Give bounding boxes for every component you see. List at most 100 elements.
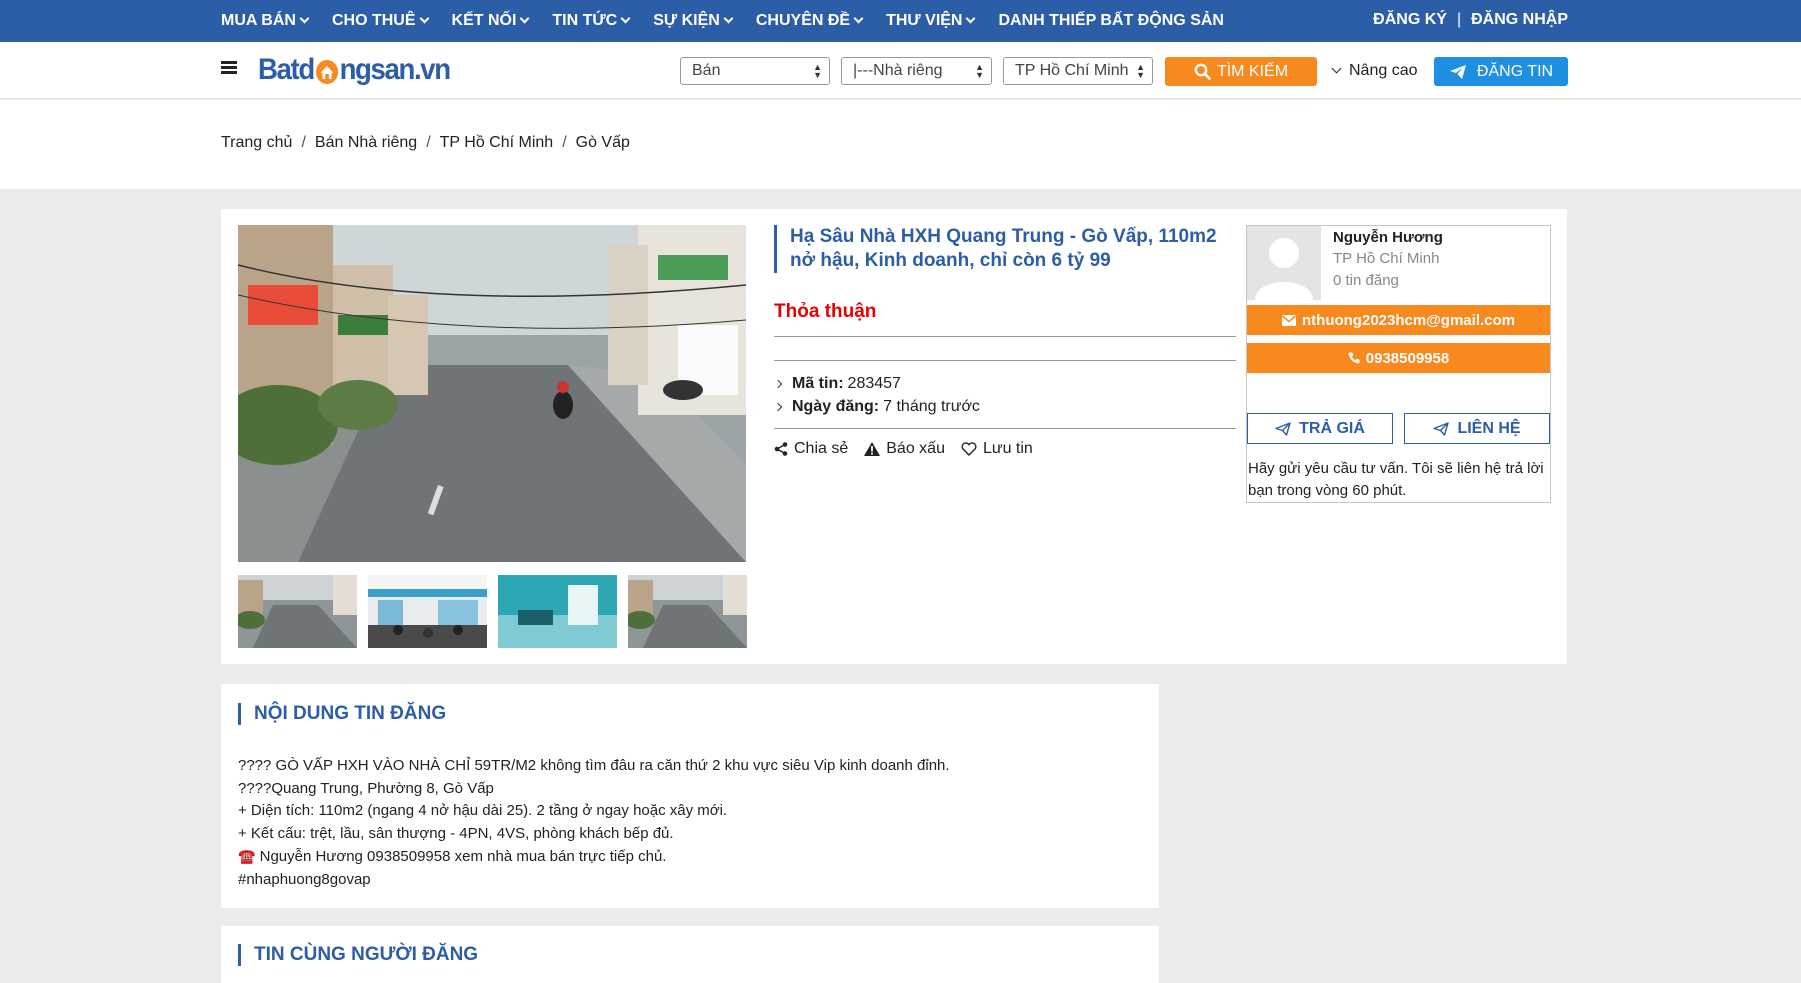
make-offer-label: TRẢ GIÁ	[1299, 419, 1365, 437]
chevron-down-icon	[299, 13, 310, 24]
select-arrows-icon: ▲ ▼	[975, 62, 984, 80]
contact-label: LIÊN HỆ	[1457, 419, 1521, 437]
post-listing-button[interactable]: ĐĂNG TIN	[1434, 57, 1568, 86]
agent-name[interactable]: Nguyễn Hương	[1333, 229, 1443, 246]
menu-danh-thiep[interactable]: DANH THIẾP BẤT ĐỘNG SẢN	[998, 12, 1224, 30]
telephone-icon: ☎️	[238, 848, 256, 864]
thumbnail-4[interactable]	[628, 575, 747, 648]
select-arrows-icon: ▲ ▼	[813, 62, 822, 80]
breadcrumb-separator: /	[562, 134, 567, 151]
same-poster-listings: TIN CÙNG NGƯỜI ĐĂNG	[221, 926, 1159, 983]
select-value: TP Hồ Chí Minh	[1015, 62, 1129, 79]
chevron-down-icon	[519, 13, 530, 24]
search-button-label: TÌM KIẾM	[1216, 62, 1289, 80]
paper-plane-icon	[1275, 421, 1291, 436]
listing-date-value: 7 tháng trước	[883, 398, 980, 415]
divider	[774, 336, 1236, 337]
paper-plane-icon	[1433, 421, 1450, 436]
warning-icon	[864, 442, 881, 456]
menu-thu-vien[interactable]: THƯ VIỆN	[886, 12, 976, 30]
agent-city: TP Hồ Chí Minh	[1333, 250, 1440, 267]
agent-phone-button[interactable]: 0938509958	[1247, 343, 1550, 373]
menu-ket-noi[interactable]: KẾT NỐI	[451, 12, 530, 30]
agent-email: nthuong2023hcm@gmail.com	[1302, 311, 1515, 329]
register-link[interactable]: ĐĂNG KÝ	[1373, 11, 1447, 29]
menu-label: KẾT NỐI	[451, 12, 517, 29]
menu-label: DANH THIẾP BẤT ĐỘNG SẢN	[998, 12, 1224, 29]
description-line: + Diện tích: 110m2 (ngang 4 nở hậu dài 2…	[238, 802, 728, 819]
same-poster-title: TIN CÙNG NGƯỜI ĐĂNG	[238, 944, 478, 966]
report-button[interactable]: Báo xấu	[864, 440, 945, 458]
description-body: ???? GÒ VẤP HXH VÀO NHÀ CHỈ 59TR/M2 khôn…	[238, 755, 950, 891]
make-offer-button[interactable]: TRẢ GIÁ	[1247, 413, 1393, 444]
login-link[interactable]: ĐĂNG NHẬP	[1471, 11, 1568, 29]
breadcrumb-bar: Trang chủ / Bán Nhà riêng / TP Hồ Chí Mi…	[0, 100, 1801, 189]
agent-post-count: 0 tin đăng	[1333, 272, 1399, 289]
top-navigation: MUA BÁN CHO THUÊ KẾT NỐI TIN TỨC SỰ KIỆN…	[0, 0, 1801, 42]
breadcrumb-city[interactable]: TP Hồ Chí Minh	[440, 134, 554, 152]
menu-label: MUA BÁN	[221, 12, 296, 29]
menu-mua-ban[interactable]: MUA BÁN	[221, 12, 310, 30]
transaction-type-select[interactable]: Bán ▲ ▼	[680, 57, 830, 85]
listing-price: Thỏa thuận	[774, 301, 877, 322]
hamburger-menu-icon[interactable]	[221, 61, 237, 75]
breadcrumb-home[interactable]: Trang chủ	[221, 134, 292, 152]
search-button[interactable]: TÌM KIẾM	[1165, 57, 1317, 86]
divider	[774, 360, 1236, 361]
listing-title: Hạ Sâu Nhà HXH Quang Trung - Gò Vấp, 110…	[774, 225, 1237, 273]
select-value: Bán	[692, 62, 721, 79]
menu-chuyen-de[interactable]: CHUYÊN ĐỀ	[755, 12, 864, 30]
avatar	[1247, 226, 1321, 300]
thumbnail-1[interactable]	[238, 575, 357, 648]
house-logo-icon	[315, 60, 338, 84]
select-value: |---Nhà riêng	[853, 62, 943, 79]
divider	[774, 428, 1236, 429]
logo-text-start: Batd	[258, 53, 315, 86]
select-arrows-icon: ▲ ▼	[1136, 62, 1145, 80]
site-logo[interactable]: Batd ngsan.vn	[258, 48, 452, 92]
menu-cho-thue[interactable]: CHO THUÊ	[331, 12, 429, 30]
description-line: ???? GÒ VẤP HXH VÀO NHÀ CHỈ 59TR/M2 khôn…	[238, 757, 950, 774]
description-line: ????Quang Trung, Phường 8, Gò Vấp	[238, 779, 494, 797]
search-icon	[1194, 63, 1211, 80]
description-line-text: Nguyễn Hương 0938509958 xem nhà mua bán …	[259, 848, 667, 865]
menu-label: CHUYÊN ĐỀ	[755, 12, 851, 29]
advanced-label: Nâng cao	[1349, 62, 1418, 79]
advanced-search-toggle[interactable]: Nâng cao	[1331, 58, 1418, 84]
menu-tin-tuc[interactable]: TIN TỨC	[552, 12, 631, 30]
contact-button[interactable]: LIÊN HỆ	[1404, 413, 1550, 444]
save-listing-button[interactable]: Lưu tin	[961, 440, 1033, 458]
site-header: Batd ngsan.vn Bán ▲ ▼ |---Nhà riêng ▲ ▼ TP…	[0, 42, 1801, 99]
menu-label: TIN TỨC	[552, 12, 618, 29]
agent-email-button[interactable]: nthuong2023hcm@gmail.com	[1247, 305, 1550, 335]
share-label: Chia sẻ	[794, 440, 849, 457]
city-select[interactable]: TP Hồ Chí Minh ▲ ▼	[1003, 57, 1153, 85]
post-listing-label: ĐĂNG TIN	[1476, 62, 1554, 80]
agent-card: Nguyễn Hương TP Hồ Chí Minh 0 tin đăng n…	[1246, 225, 1551, 503]
logo-text-end: ngsan.vn	[339, 53, 452, 86]
chevron-down-icon	[620, 13, 631, 24]
listing-meta: Mã tin: 283457 Ngày đăng: 7 tháng trước	[773, 372, 980, 418]
agent-note: Hãy gửi yêu cầu tư vấn. Tôi sẽ liên hệ t…	[1248, 460, 1544, 499]
menu-label: CHO THUÊ	[331, 12, 416, 29]
chevron-down-icon	[723, 13, 734, 24]
listing-main-photo[interactable]	[238, 225, 746, 562]
listing-id-label: Mã tin:	[792, 375, 844, 392]
chevron-down-icon	[966, 13, 976, 24]
listing-card: Hạ Sâu Nhà HXH Quang Trung - Gò Vấp, 110…	[221, 209, 1567, 664]
thumbnail-3[interactable]	[498, 575, 617, 648]
auth-separator: |	[1456, 11, 1462, 28]
property-type-select[interactable]: |---Nhà riêng ▲ ▼	[841, 57, 992, 85]
chevron-down-icon	[853, 13, 864, 24]
thumbnail-2[interactable]	[368, 575, 487, 648]
breadcrumb-category[interactable]: Bán Nhà riêng	[315, 134, 417, 152]
description-line[interactable]: #nhaphuong8govap	[238, 869, 950, 892]
save-label: Lưu tin	[982, 440, 1033, 457]
breadcrumb-district[interactable]: Gò Vấp	[576, 134, 630, 152]
agent-phone: 0938509958	[1365, 349, 1450, 367]
listing-date-label: Ngày đăng:	[792, 398, 880, 415]
share-button[interactable]: Chia sẻ	[774, 440, 848, 458]
menu-su-kien[interactable]: SỰ KIỆN	[653, 12, 734, 30]
envelope-icon	[1282, 314, 1296, 326]
description-line: ☎️ Nguyễn Hương 0938509958 xem nhà mua b…	[238, 845, 950, 869]
